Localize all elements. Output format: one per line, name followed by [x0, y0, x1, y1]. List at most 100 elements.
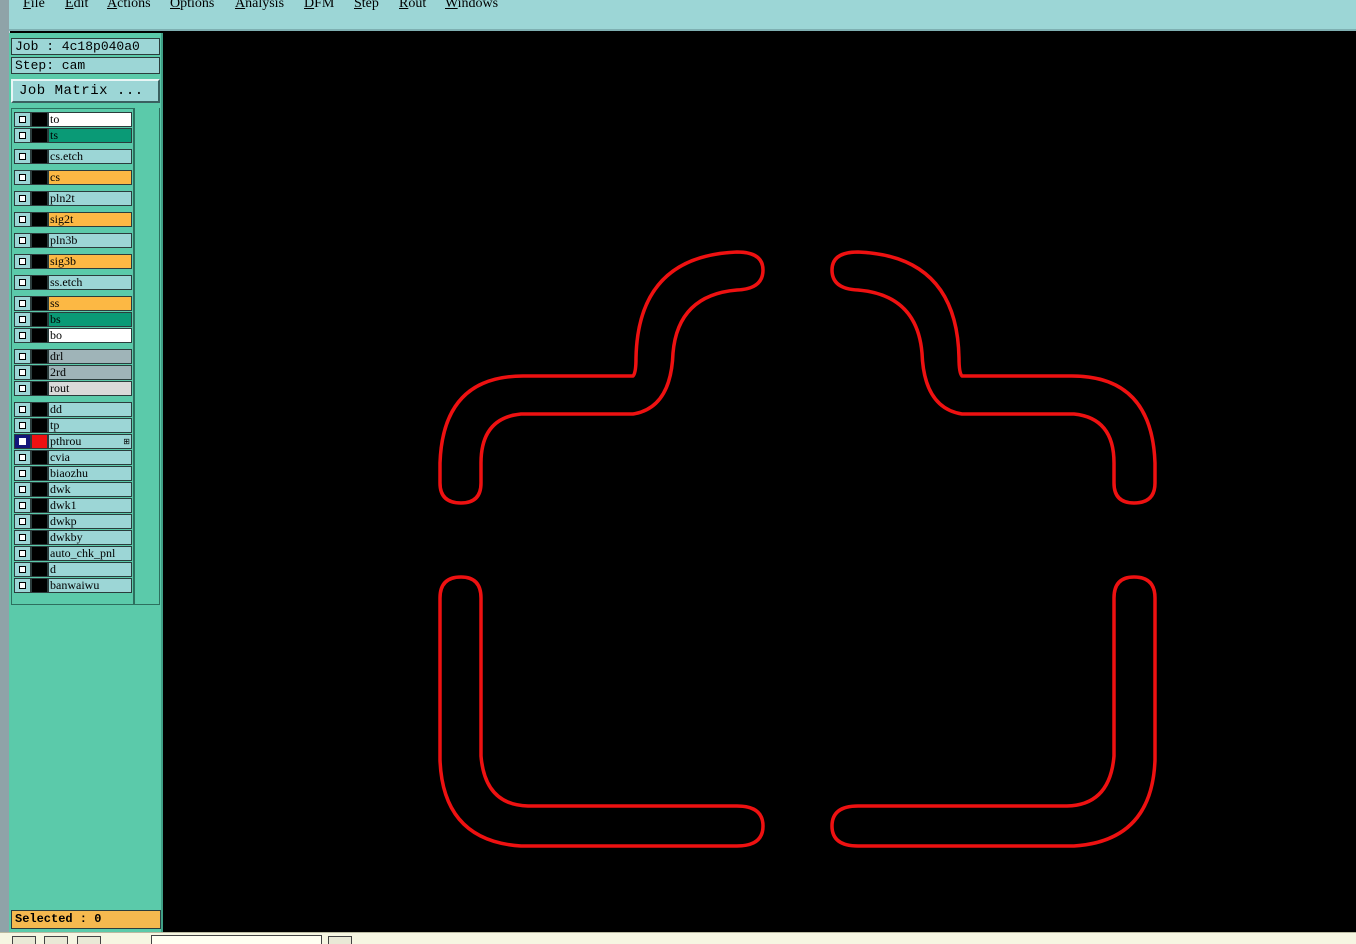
layer-display-color[interactable] — [31, 275, 48, 290]
layer-checkbox[interactable] — [14, 514, 31, 529]
layer-row-d[interactable]: d — [14, 562, 132, 577]
layer-checkbox[interactable] — [14, 312, 31, 327]
layer-display-color[interactable] — [31, 112, 48, 127]
layer-row-rout[interactable]: rout — [14, 381, 132, 396]
layer-checkbox[interactable] — [14, 530, 31, 545]
layer-name[interactable]: sig3b — [48, 254, 132, 269]
layer-checkbox[interactable] — [14, 578, 31, 593]
layer-row-ss[interactable]: ss — [14, 296, 132, 311]
layer-name[interactable]: cvia — [48, 450, 132, 465]
layer-checkbox[interactable] — [14, 466, 31, 481]
menu-actions[interactable]: Actions — [107, 0, 151, 12]
layer-row-pthrou[interactable]: pthrou ⊞ — [14, 434, 132, 449]
layer-row-bs[interactable]: bs — [14, 312, 132, 327]
layer-checkbox[interactable] — [14, 212, 31, 227]
layer-display-color[interactable] — [31, 381, 48, 396]
layer-row-bo[interactable]: bo — [14, 328, 132, 343]
status-tool-button-1[interactable] — [12, 936, 36, 944]
menu-file[interactable]: File — [23, 0, 45, 12]
layer-name[interactable]: dwkp — [48, 514, 132, 529]
layer-display-color[interactable] — [31, 328, 48, 343]
status-tool-button-3[interactable] — [77, 936, 101, 944]
layer-display-color[interactable] — [31, 546, 48, 561]
layer-name[interactable]: rout — [48, 381, 132, 396]
layer-display-color[interactable] — [31, 482, 48, 497]
menu-dfm[interactable]: DFM — [304, 0, 334, 12]
layer-display-color[interactable] — [31, 128, 48, 143]
layer-checkbox[interactable] — [14, 434, 31, 449]
layer-row-cs[interactable]: cs — [14, 170, 132, 185]
layer-name[interactable]: bs — [48, 312, 132, 327]
layer-checkbox[interactable] — [14, 546, 31, 561]
layer-name[interactable]: cs — [48, 170, 132, 185]
layer-display-color[interactable] — [31, 191, 48, 206]
layer-row-to[interactable]: to — [14, 112, 132, 127]
layer-row-dwk[interactable]: dwk — [14, 482, 132, 497]
layer-row-ss-etch[interactable]: ss.etch — [14, 275, 132, 290]
layer-display-color[interactable] — [31, 578, 48, 593]
layer-display-color[interactable] — [31, 233, 48, 248]
layer-row-dwkp[interactable]: dwkp — [14, 514, 132, 529]
status-tool-button-2[interactable] — [44, 936, 68, 944]
layer-row-banwaiwu[interactable]: banwaiwu — [14, 578, 132, 593]
layer-name[interactable]: ss.etch — [48, 275, 132, 290]
layer-display-color[interactable] — [31, 562, 48, 577]
layer-display-color[interactable] — [31, 296, 48, 311]
layer-checkbox[interactable] — [14, 365, 31, 380]
layer-name[interactable]: drl — [48, 349, 132, 364]
layer-display-color[interactable] — [31, 498, 48, 513]
layer-name[interactable]: cs.etch — [48, 149, 132, 164]
layer-name[interactable]: pln3b — [48, 233, 132, 248]
layer-display-color[interactable] — [31, 170, 48, 185]
layer-row-sig3b[interactable]: sig3b — [14, 254, 132, 269]
layer-name[interactable]: sig2t — [48, 212, 132, 227]
status-tool-button-4[interactable] — [328, 936, 352, 944]
layer-name[interactable]: bo — [48, 328, 132, 343]
layer-display-color[interactable] — [31, 434, 48, 449]
layer-checkbox[interactable] — [14, 381, 31, 396]
layer-checkbox[interactable] — [14, 233, 31, 248]
layer-row-drl[interactable]: drl — [14, 349, 132, 364]
layer-name[interactable]: pln2t — [48, 191, 132, 206]
layer-display-color[interactable] — [31, 365, 48, 380]
layer-checkbox[interactable] — [14, 170, 31, 185]
layer-checkbox[interactable] — [14, 128, 31, 143]
layer-checkbox[interactable] — [14, 275, 31, 290]
layer-list-scroll-area[interactable] — [135, 108, 160, 605]
job-matrix-button[interactable]: Job Matrix ... — [11, 79, 160, 103]
layer-name[interactable]: dd — [48, 402, 132, 417]
layer-display-color[interactable] — [31, 466, 48, 481]
layer-row-tp[interactable]: tp — [14, 418, 132, 433]
layer-name[interactable]: ts — [48, 128, 132, 143]
layer-checkbox[interactable] — [14, 482, 31, 497]
layer-row-pln2t[interactable]: pln2t — [14, 191, 132, 206]
layer-row-sig2t[interactable]: sig2t — [14, 212, 132, 227]
layer-display-color[interactable] — [31, 402, 48, 417]
layer-row-dd[interactable]: dd — [14, 402, 132, 417]
layer-row-cvia[interactable]: cvia — [14, 450, 132, 465]
layer-name[interactable]: dwk — [48, 482, 132, 497]
layer-checkbox[interactable] — [14, 562, 31, 577]
layer-display-color[interactable] — [31, 514, 48, 529]
layer-name[interactable]: to — [48, 112, 132, 127]
layer-checkbox[interactable] — [14, 296, 31, 311]
layer-name[interactable]: 2rd — [48, 365, 132, 380]
layer-row-ts[interactable]: ts — [14, 128, 132, 143]
layer-row-2rd[interactable]: 2rd — [14, 365, 132, 380]
layer-row-auto-chk-pnl[interactable]: auto_chk_pnl — [14, 546, 132, 561]
layer-display-color[interactable] — [31, 530, 48, 545]
layer-checkbox[interactable] — [14, 112, 31, 127]
layer-name[interactable]: pthrou ⊞ — [48, 434, 132, 449]
menu-windows[interactable]: Windows — [445, 0, 498, 12]
layer-row-dwkby[interactable]: dwkby — [14, 530, 132, 545]
menu-rout[interactable]: Rout — [399, 0, 426, 12]
layer-checkbox[interactable] — [14, 450, 31, 465]
layer-display-color[interactable] — [31, 450, 48, 465]
layer-row-pln3b[interactable]: pln3b — [14, 233, 132, 248]
layer-checkbox[interactable] — [14, 402, 31, 417]
menu-step[interactable]: Step — [354, 0, 379, 12]
layer-name[interactable]: ss — [48, 296, 132, 311]
layer-checkbox[interactable] — [14, 254, 31, 269]
layer-checkbox[interactable] — [14, 328, 31, 343]
menu-options[interactable]: Options — [170, 0, 214, 12]
